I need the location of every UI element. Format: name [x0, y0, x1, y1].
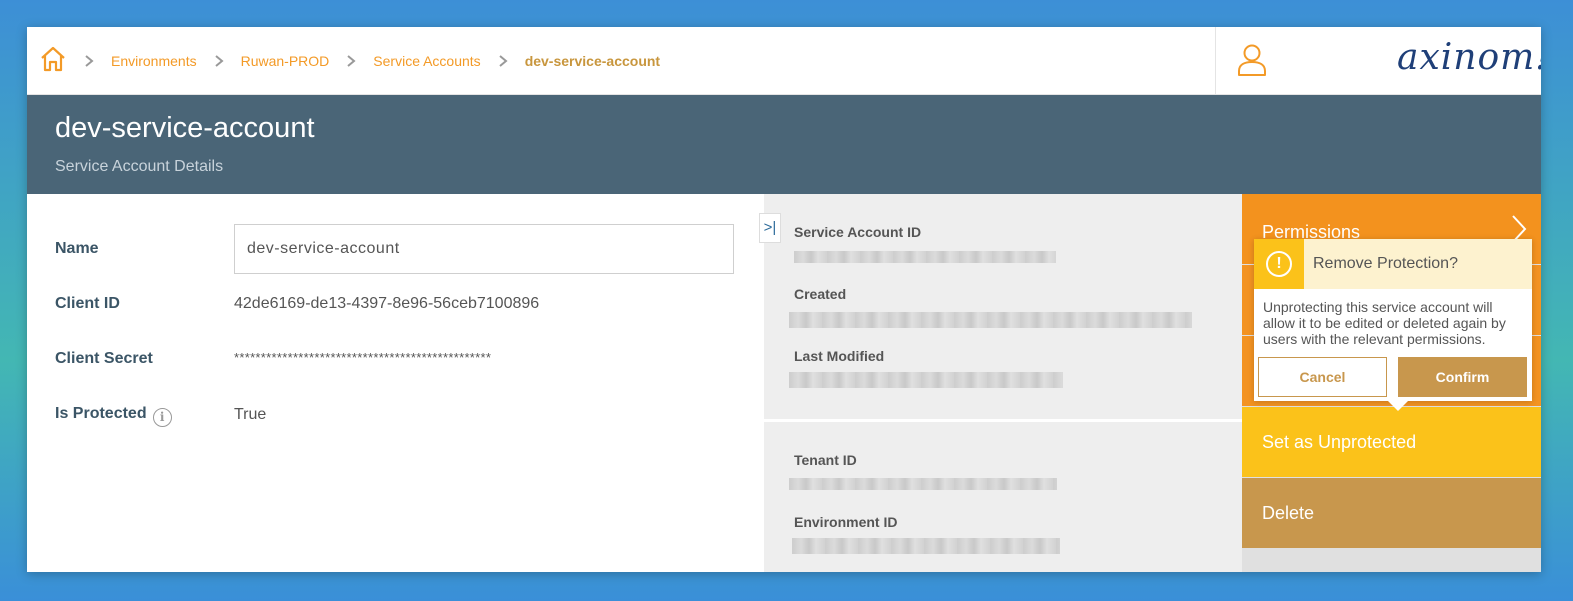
- is-protected-value: True: [234, 406, 267, 423]
- app-window: Environments Ruwan-PROD Service Accounts…: [27, 27, 1541, 572]
- breadcrumb-environments[interactable]: Environments: [111, 53, 197, 69]
- confirm-button[interactable]: Confirm: [1398, 357, 1527, 397]
- info-icon[interactable]: i: [152, 408, 172, 427]
- is-protected-row-label: Is Protected i: [55, 405, 172, 427]
- warning-icon-box: !: [1254, 239, 1304, 289]
- page-title: dev-service-account: [55, 112, 315, 144]
- service-account-id-label: Service Account ID: [794, 224, 922, 240]
- chevron-right-icon: [347, 55, 356, 67]
- set-unprotected-button[interactable]: Set as Unprotected: [1242, 407, 1541, 477]
- details-form: Name Client ID 42de6169-de13-4397-8e96-5…: [27, 194, 764, 572]
- environment-id-value-redacted: [792, 538, 1060, 554]
- last-modified-value-redacted: [789, 372, 1063, 388]
- page-subtitle: Service Account Details: [55, 158, 224, 175]
- details-panel: >| Service Account ID Created Last Modif…: [759, 194, 1242, 572]
- details-divider: [764, 419, 1242, 422]
- page-header: dev-service-account Service Account Deta…: [27, 95, 1541, 194]
- name-input[interactable]: [234, 224, 734, 274]
- client-secret-label: Client Secret: [55, 350, 153, 367]
- client-id-label: Client ID: [55, 295, 120, 312]
- name-label: Name: [55, 240, 99, 257]
- home-icon[interactable]: [39, 45, 67, 73]
- user-icon[interactable]: [1237, 43, 1267, 77]
- collapse-panel-icon[interactable]: >|: [759, 213, 781, 243]
- breadcrumb-ruwan-prod[interactable]: Ruwan-PROD: [241, 53, 330, 69]
- cancel-button[interactable]: Cancel: [1258, 357, 1387, 397]
- axinom-logo: axinom!: [1397, 37, 1541, 78]
- remove-protection-popover: ! Remove Protection? Unprotecting this s…: [1254, 239, 1532, 411]
- client-id-value: 42de6169-de13-4397-8e96-56ceb7100896: [234, 295, 540, 312]
- created-value-redacted: [789, 312, 1192, 328]
- breadcrumb-service-accounts[interactable]: Service Accounts: [373, 53, 480, 69]
- breadcrumb-current: dev-service-account: [524, 53, 661, 69]
- created-label: Created: [794, 286, 847, 302]
- delete-button[interactable]: Delete: [1242, 478, 1541, 548]
- service-account-id-value-redacted: [794, 251, 1056, 263]
- popover-title: Remove Protection?: [1313, 255, 1458, 272]
- popover-header: ! Remove Protection?: [1254, 239, 1532, 289]
- chevron-right-icon: [85, 55, 94, 67]
- top-bar: Environments Ruwan-PROD Service Accounts…: [27, 27, 1541, 95]
- popover-message: Unprotecting this service account will a…: [1263, 299, 1506, 347]
- client-secret-value: ****************************************…: [234, 350, 492, 365]
- breadcrumb: Environments Ruwan-PROD Service Accounts…: [75, 27, 660, 95]
- is-protected-label: Is Protected: [55, 405, 147, 422]
- top-divider: [1215, 27, 1216, 95]
- environment-id-label: Environment ID: [794, 514, 898, 530]
- tenant-id-value-redacted: [789, 478, 1057, 490]
- last-modified-label: Last Modified: [794, 348, 885, 364]
- warning-icon: !: [1266, 251, 1292, 277]
- chevron-right-icon: [214, 55, 224, 67]
- tenant-id-label: Tenant ID: [794, 452, 857, 468]
- chevron-right-icon: [499, 55, 508, 67]
